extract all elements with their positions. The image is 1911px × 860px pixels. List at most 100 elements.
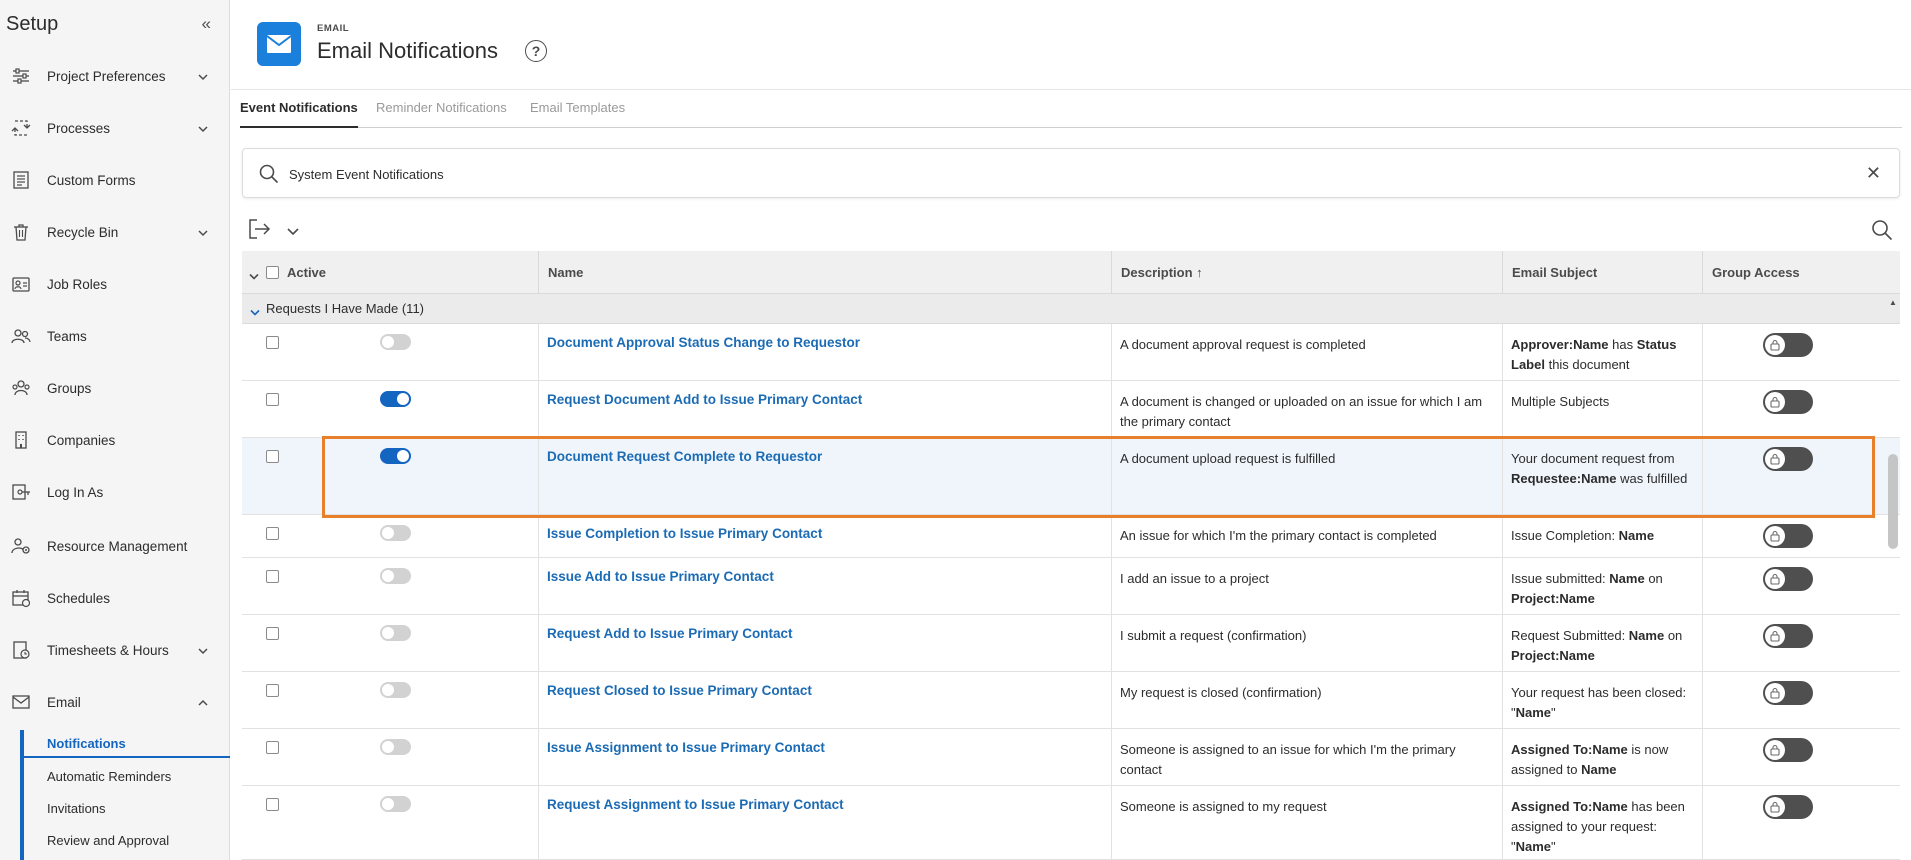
sidebar-subitem-invitations[interactable]: Invitations: [20, 794, 230, 822]
tab-event-notifications[interactable]: Event Notifications: [240, 90, 358, 128]
table-row[interactable]: Request Document Add to Issue Primary Co…: [242, 381, 1900, 438]
column-header-description[interactable]: Description ↑: [1111, 251, 1501, 294]
active-toggle[interactable]: [380, 448, 411, 464]
active-toggle[interactable]: [380, 796, 411, 812]
sidebar-item-recycle-bin[interactable]: Recycle Bin: [0, 212, 229, 252]
active-toggle[interactable]: [380, 568, 411, 584]
sidebar-item-log-in-as[interactable]: Log In As: [0, 472, 229, 512]
name-cell: Issue Completion to Issue Primary Contac…: [538, 515, 1111, 557]
active-toggle[interactable]: [380, 525, 411, 541]
group-access-toggle[interactable]: [1763, 681, 1813, 705]
row-checkbox[interactable]: [266, 627, 279, 640]
column-header-group-access[interactable]: Group Access: [1702, 251, 1900, 294]
sidebar-item-teams[interactable]: Teams: [0, 316, 229, 356]
scroll-thumb[interactable]: [1888, 454, 1898, 549]
active-toggle[interactable]: [380, 682, 411, 698]
active-cell: [242, 615, 538, 671]
chevron-down-icon[interactable]: [197, 644, 209, 656]
notification-name-link[interactable]: Issue Assignment to Issue Primary Contac…: [547, 740, 825, 755]
group-access-toggle[interactable]: [1763, 333, 1813, 357]
notification-name-link[interactable]: Request Assignment to Issue Primary Cont…: [547, 797, 844, 812]
notification-name-link[interactable]: Request Add to Issue Primary Contact: [547, 626, 793, 641]
row-checkbox[interactable]: [266, 741, 279, 754]
table-header: Active Name Description ↑ Email Subject …: [242, 251, 1900, 294]
table-row[interactable]: Request Assignment to Issue Primary Cont…: [242, 786, 1900, 860]
tab-reminder-notifications[interactable]: Reminder Notifications: [376, 90, 507, 128]
table-row[interactable]: Request Add to Issue Primary Contact I su…: [242, 615, 1900, 672]
chevron-down-icon[interactable]: [197, 226, 209, 238]
row-checkbox[interactable]: [266, 798, 279, 811]
group-access-toggle[interactable]: [1763, 447, 1813, 471]
tab-email-templates[interactable]: Email Templates: [530, 90, 625, 128]
group-access-toggle[interactable]: [1763, 390, 1813, 414]
row-checkbox[interactable]: [266, 570, 279, 583]
sidebar: Setup « Project Preferences Processes Cust…: [0, 0, 230, 860]
chevron-down-icon[interactable]: [197, 70, 209, 82]
column-header-active[interactable]: Active: [278, 251, 538, 294]
chevron-down-icon[interactable]: [287, 224, 299, 242]
row-checkbox[interactable]: [266, 450, 279, 463]
active-toggle[interactable]: [380, 334, 411, 350]
sidebar-item-project-preferences[interactable]: Project Preferences: [0, 56, 229, 96]
notification-name-link[interactable]: Issue Completion to Issue Primary Contac…: [547, 526, 822, 541]
group-access-toggle[interactable]: [1763, 567, 1813, 591]
close-icon[interactable]: ✕: [1866, 163, 1881, 184]
sidebar-subitem-notifications[interactable]: Notifications: [20, 730, 230, 758]
notification-name-link[interactable]: Request Document Add to Issue Primary Co…: [547, 392, 862, 407]
scrollbar[interactable]: ▲: [1886, 294, 1900, 860]
sidebar-item-custom-forms[interactable]: Custom Forms: [0, 160, 229, 200]
active-toggle[interactable]: [380, 391, 411, 407]
chevron-up-icon[interactable]: [197, 696, 209, 708]
sidebar-item-resource-management[interactable]: Resource Management: [0, 526, 229, 566]
column-header-name[interactable]: Name: [538, 251, 1108, 294]
active-toggle[interactable]: [380, 739, 411, 755]
table-search-icon[interactable]: [1871, 219, 1893, 246]
help-icon[interactable]: ?: [525, 40, 547, 62]
sidebar-item-schedules[interactable]: Schedules: [0, 578, 229, 618]
sidebar-item-job-roles[interactable]: Job Roles: [0, 264, 229, 304]
group-access-toggle[interactable]: [1763, 524, 1813, 548]
notification-name-link[interactable]: Document Approval Status Change to Reque…: [547, 335, 860, 350]
table-row[interactable]: Issue Assignment to Issue Primary Contac…: [242, 729, 1900, 786]
group-access-toggle[interactable]: [1763, 624, 1813, 648]
table-row[interactable]: Document Request Complete to Requestor A …: [242, 438, 1900, 515]
name-cell: Document Approval Status Change to Reque…: [538, 324, 1111, 380]
group-access-cell: [1702, 615, 1900, 671]
column-header-email-subject[interactable]: Email Subject: [1502, 251, 1702, 294]
sidebar-item-groups[interactable]: Groups: [0, 368, 229, 408]
sidebar-subitem-review-and-approval[interactable]: Review and Approval: [20, 826, 230, 854]
export-icon[interactable]: [248, 218, 272, 245]
sidebar-item-companies[interactable]: Companies: [0, 420, 229, 460]
row-checkbox[interactable]: [266, 393, 279, 406]
sidebar-item-timesheets-hours[interactable]: Timesheets & Hours: [0, 630, 229, 670]
sidebar-item-processes[interactable]: Processes: [0, 108, 229, 148]
email-subject: Multiple Subjects: [1511, 392, 1690, 412]
active-toggle[interactable]: [380, 625, 411, 641]
row-checkbox[interactable]: [266, 336, 279, 349]
row-checkbox[interactable]: [266, 527, 279, 540]
chevron-down-icon[interactable]: [249, 268, 259, 286]
notification-name-link[interactable]: Document Request Complete to Requestor: [547, 449, 822, 464]
chevron-down-icon[interactable]: [197, 122, 209, 134]
group-row[interactable]: Requests I Have Made (11): [242, 294, 1900, 324]
sidebar-subitem-automatic-reminders[interactable]: Automatic Reminders: [20, 762, 230, 790]
table-row[interactable]: Issue Completion to Issue Primary Contac…: [242, 515, 1900, 558]
chevron-down-icon[interactable]: [250, 304, 260, 322]
sidebar-item-label: Email: [47, 694, 81, 710]
scroll-up-icon[interactable]: ▲: [1889, 298, 1897, 307]
sidebar-item-email[interactable]: Email: [0, 682, 229, 722]
group-access-cell: [1702, 672, 1900, 728]
subject-cell: Your request has been closed: "Name": [1502, 672, 1702, 728]
row-checkbox[interactable]: [266, 684, 279, 697]
table-row[interactable]: Document Approval Status Change to Reque…: [242, 324, 1900, 381]
group-access-toggle[interactable]: [1763, 795, 1813, 819]
group-access-cell: [1702, 324, 1900, 380]
table-row[interactable]: Issue Add to Issue Primary Contact I add …: [242, 558, 1900, 615]
double-chevron-left-icon[interactable]: «: [202, 14, 211, 34]
table-row[interactable]: Request Closed to Issue Primary Contact M…: [242, 672, 1900, 729]
group-access-toggle[interactable]: [1763, 738, 1813, 762]
search-input[interactable]: [289, 161, 1789, 187]
notification-name-link[interactable]: Request Closed to Issue Primary Contact: [547, 683, 812, 698]
email-subject: Your request has been closed: "Name": [1511, 683, 1690, 723]
notification-name-link[interactable]: Issue Add to Issue Primary Contact: [547, 569, 774, 584]
